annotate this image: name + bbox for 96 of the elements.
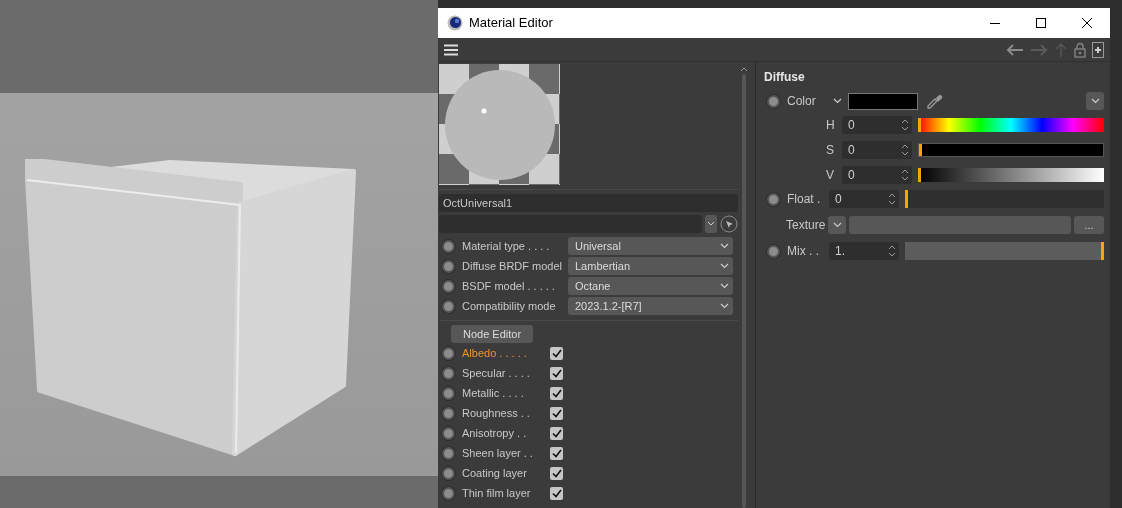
spin-arrows-icon[interactable]	[901, 167, 909, 182]
channel-letter: S	[826, 141, 835, 159]
browse-button[interactable]: ...	[1074, 216, 1104, 234]
caret-icon	[833, 98, 842, 104]
property-label: Material type . . . .	[462, 238, 551, 254]
channel-label[interactable]: Roughness . .	[462, 404, 550, 422]
spin-arrows-icon[interactable]	[888, 192, 896, 206]
property-label: Diffuse BRDF model	[462, 258, 564, 274]
caret-icon	[707, 221, 715, 227]
slider-thumb[interactable]	[905, 190, 908, 208]
keyframe-radio-icon[interactable]	[442, 386, 455, 400]
property-dropdown[interactable]: 2023.1.2-[R7]	[568, 297, 733, 315]
caret-icon	[1090, 98, 1100, 104]
property-label: Compatibility mode	[462, 298, 557, 314]
caret-icon	[720, 303, 729, 309]
texture-dropdown-button[interactable]	[828, 216, 846, 234]
keyframe-radio-icon[interactable]	[442, 466, 455, 480]
value-spin-field[interactable]: 1.	[829, 242, 899, 260]
gradient-slider[interactable]	[918, 142, 1104, 157]
keyframe-radio-icon[interactable]	[442, 279, 455, 293]
caret-icon	[832, 222, 842, 228]
scrollbar[interactable]	[741, 74, 746, 508]
channel-checkbox[interactable]	[550, 346, 563, 360]
menu-icon[interactable]	[444, 43, 458, 56]
pointer-icon[interactable]	[720, 215, 738, 233]
keyframe-radio-icon[interactable]	[442, 446, 455, 460]
color-label: Color	[787, 93, 817, 110]
spin-arrows-icon[interactable]	[901, 142, 909, 157]
section-title: Diffuse	[764, 69, 806, 86]
property-dropdown[interactable]: Lambertian	[568, 257, 733, 275]
channel-label[interactable]: Thin film layer	[462, 484, 550, 502]
link-field[interactable]	[439, 215, 702, 233]
float-slider[interactable]	[905, 190, 1104, 208]
color-swatch[interactable]	[848, 92, 918, 110]
texture-label: Texture	[786, 217, 827, 234]
caret-icon	[720, 283, 729, 289]
value-spin-field[interactable]: 0	[829, 190, 899, 208]
keyframe-radio-icon[interactable]	[442, 259, 455, 273]
app-logo-icon	[447, 15, 463, 31]
lock-icon[interactable]	[1074, 41, 1086, 58]
new-panel-icon[interactable]	[1092, 41, 1104, 58]
channel-label[interactable]: Metallic . . . .	[462, 384, 550, 402]
slider-thumb[interactable]	[918, 117, 921, 132]
value-spin-field[interactable]: 0	[842, 115, 912, 134]
material-name-field[interactable]: OctUniversal1	[439, 194, 738, 212]
channel-label[interactable]: Anisotropy . .	[462, 424, 550, 442]
property-dropdown[interactable]: Universal	[568, 237, 733, 255]
scroll-up-icon[interactable]	[739, 66, 748, 72]
channel-letter: V	[826, 166, 835, 184]
mix-slider[interactable]	[905, 242, 1104, 260]
channel-checkbox[interactable]	[550, 466, 563, 480]
channel-label[interactable]: Specular . . . .	[462, 364, 550, 382]
keyframe-radio-icon[interactable]	[767, 192, 780, 206]
slider-thumb[interactable]	[918, 167, 921, 182]
gradient-slider[interactable]	[918, 167, 1104, 182]
keyframe-radio-icon[interactable]	[442, 346, 455, 360]
caret-icon	[720, 263, 729, 269]
keyframe-radio-icon[interactable]	[442, 486, 455, 500]
spin-arrows-icon[interactable]	[888, 244, 896, 258]
field-label: Mix . .	[787, 243, 820, 260]
back-arrow-icon[interactable]	[1006, 42, 1024, 57]
keyframe-radio-icon[interactable]	[442, 239, 455, 253]
texture-slot-field[interactable]	[849, 216, 1071, 234]
channel-checkbox[interactable]	[550, 486, 563, 500]
channel-checkbox[interactable]	[550, 366, 563, 380]
channel-checkbox[interactable]	[550, 406, 563, 420]
options-dropdown-button[interactable]	[1086, 92, 1104, 110]
channel-label[interactable]: Albedo . . . . .	[462, 344, 550, 362]
keyframe-radio-icon[interactable]	[767, 94, 780, 108]
window-title: Material Editor	[469, 14, 553, 33]
value-spin-field[interactable]: 0	[842, 140, 912, 159]
value-spin-field[interactable]: 0	[842, 165, 912, 184]
keyframe-radio-icon[interactable]	[442, 406, 455, 420]
channel-label[interactable]: Coating layer	[462, 464, 550, 482]
channel-checkbox[interactable]	[550, 426, 563, 440]
channel-checkbox[interactable]	[550, 386, 563, 400]
maximize-icon	[1035, 17, 1047, 29]
slider-thumb[interactable]	[1101, 242, 1104, 260]
channel-checkbox[interactable]	[550, 446, 563, 460]
property-label: BSDF model . . . . .	[462, 278, 556, 294]
eyedropper-icon[interactable]	[926, 92, 944, 110]
keyframe-radio-icon[interactable]	[767, 244, 780, 258]
gradient-slider[interactable]	[918, 117, 1104, 132]
spin-arrows-icon[interactable]	[901, 117, 909, 132]
channel-letter: H	[826, 116, 836, 134]
keyframe-radio-icon[interactable]	[442, 299, 455, 313]
close-icon	[1081, 17, 1093, 29]
node-editor-button[interactable]: Node Editor	[451, 325, 534, 343]
keyframe-radio-icon[interactable]	[442, 426, 455, 440]
channel-label[interactable]: Sheen layer . .	[462, 444, 550, 462]
caret-icon	[720, 243, 729, 249]
link-dropdown-button[interactable]	[705, 215, 717, 233]
slider-thumb[interactable]	[919, 143, 922, 156]
field-label: Float .	[787, 191, 822, 208]
keyframe-radio-icon[interactable]	[442, 366, 455, 380]
property-dropdown[interactable]: Octane	[568, 277, 733, 295]
